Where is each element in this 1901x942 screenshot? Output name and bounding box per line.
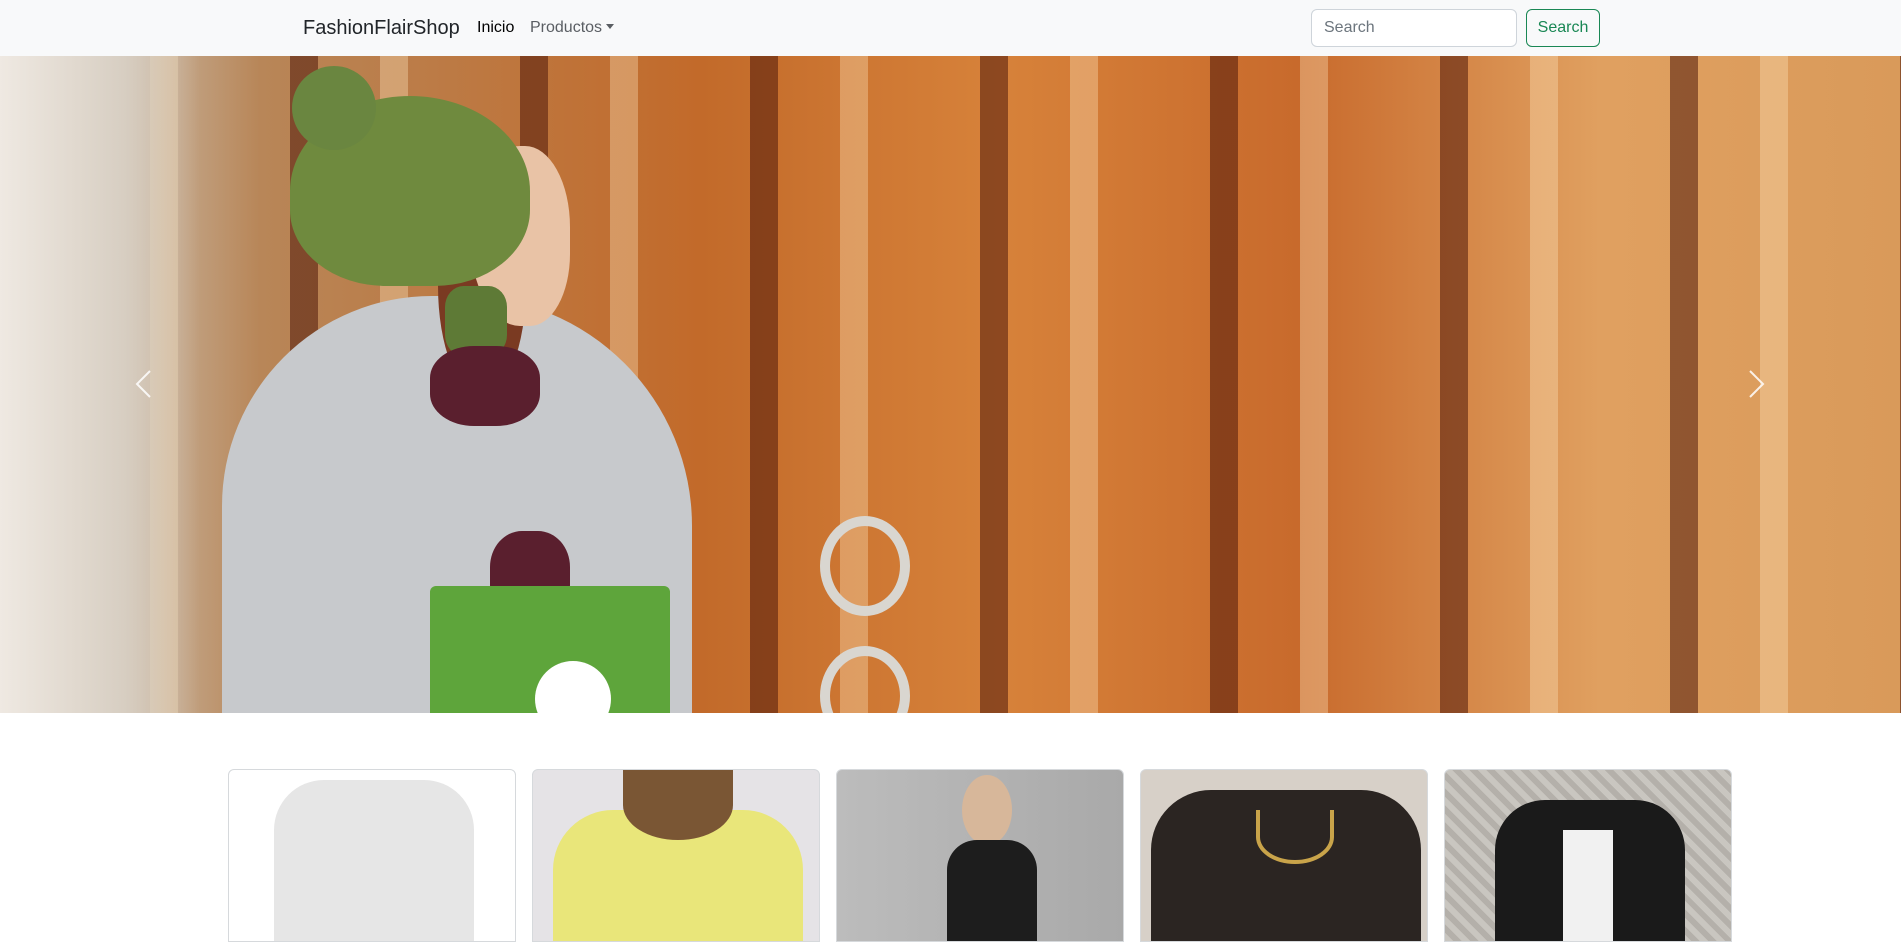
t-shirt-shape [274,780,474,941]
product-image-yellow-sweater [533,770,819,941]
nav-link-productos[interactable]: Productos [530,18,615,38]
product-grid [0,769,1901,942]
nav-link-inicio[interactable]: Inicio [477,18,514,38]
display-watch-shape [820,646,910,713]
hair-shape [623,770,733,840]
product-card[interactable] [228,769,516,942]
glove-shape [430,346,540,426]
brand-logo[interactable]: FashionFlairShop [303,15,460,41]
necklace-shape [1256,810,1334,864]
caret-down-icon [606,24,615,29]
product-card[interactable] [1444,769,1732,942]
search-button[interactable]: Search [1526,9,1600,47]
display-watch-shape [820,516,910,616]
product-image-black-leather-jacket-men [1445,770,1731,941]
head-shape [962,775,1012,845]
chevron-left-icon [135,370,151,398]
product-card[interactable] [1140,769,1428,942]
nav-link-productos-label: Productos [530,19,603,36]
product-image-black-puffer-vest [837,770,1123,941]
chevron-right-icon [1749,370,1765,398]
shirt-shape [1563,830,1613,941]
navbar: FashionFlairShop Inicio Productos Search [0,0,1901,56]
product-card[interactable] [532,769,820,942]
product-image-black-leather-jacket-women [1141,770,1427,941]
carousel-prev-button[interactable] [0,56,280,713]
pompom-shape [292,66,376,150]
product-card[interactable] [836,769,1124,942]
search-input[interactable] [1311,9,1517,47]
hero-carousel [0,56,1901,713]
product-image-white-t-shirt [229,770,515,941]
carousel-next-button[interactable] [1621,56,1901,713]
vest-shape [947,840,1037,941]
